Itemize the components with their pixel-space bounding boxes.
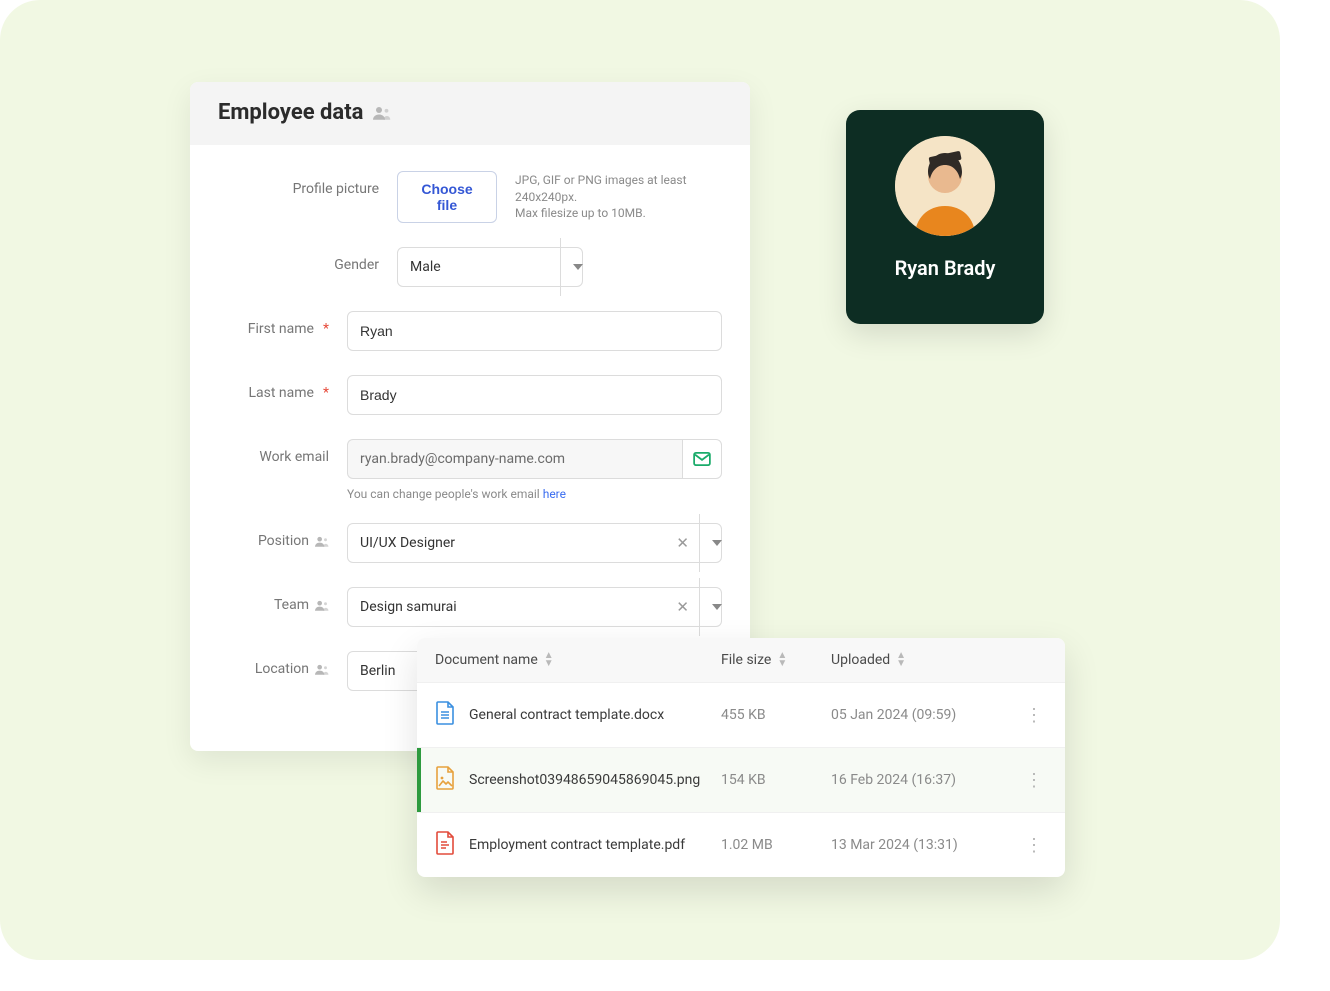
document-uploaded: 05 Jan 2024 (09:59) <box>831 707 1021 723</box>
canvas: Employee data Profile picture Choose fil… <box>0 0 1280 960</box>
people-icon <box>315 600 329 611</box>
position-label: Position <box>258 533 309 549</box>
email-hint: You can change people's work email here <box>347 487 722 501</box>
document-name: Screenshot03948659045869045.png <box>469 772 700 788</box>
form-header: Employee data <box>190 82 750 145</box>
gender-select[interactable]: Male <box>397 247 583 287</box>
chevron-down-icon <box>699 578 733 636</box>
mail-icon <box>693 452 711 466</box>
clear-team-button[interactable]: ✕ <box>666 598 699 616</box>
first-name-field[interactable] <box>347 311 722 351</box>
file-icon <box>435 831 455 859</box>
avatar <box>895 136 995 236</box>
document-size: 154 KB <box>721 772 831 788</box>
gender-value: Male <box>410 259 441 275</box>
gender-label: Gender <box>334 257 379 273</box>
documents-panel: Document name ▲▼ File size ▲▼ Uploaded ▲… <box>417 638 1065 877</box>
first-name-input[interactable] <box>360 323 709 339</box>
documents-header: Document name ▲▼ File size ▲▼ Uploaded ▲… <box>417 638 1065 682</box>
document-name: General contract template.docx <box>469 707 664 723</box>
table-row[interactable]: Employment contract template.pdf 1.02 MB1… <box>417 812 1065 877</box>
column-header-uploaded-label: Uploaded <box>831 652 890 668</box>
position-value: UI/UX Designer <box>360 535 455 551</box>
form-title: Employee data <box>218 100 363 125</box>
column-header-uploaded[interactable]: Uploaded ▲▼ <box>831 652 1021 668</box>
file-icon <box>435 701 455 729</box>
profile-picture-hint: JPG, GIF or PNG images at least 240x240p… <box>515 172 722 222</box>
file-icon <box>435 766 455 794</box>
clear-position-button[interactable]: ✕ <box>666 534 699 552</box>
hint-line-1: JPG, GIF or PNG images at least 240x240p… <box>515 172 722 206</box>
last-name-field[interactable] <box>347 375 722 415</box>
document-size: 1.02 MB <box>721 837 831 853</box>
location-label: Location <box>255 661 309 677</box>
hint-line-2: Max filesize up to 10MB. <box>515 205 722 222</box>
row-menu-button[interactable]: ⋮ <box>1021 835 1047 856</box>
table-row[interactable]: Screenshot03948659045869045.png 154 KB16 … <box>417 747 1065 812</box>
first-name-label: First name <box>248 321 314 337</box>
column-header-size[interactable]: File size ▲▼ <box>721 652 831 668</box>
profile-card: Ryan Brady <box>846 110 1044 324</box>
document-uploaded: 13 Mar 2024 (13:31) <box>831 837 1021 853</box>
chevron-down-icon <box>699 514 733 572</box>
sort-icon: ▲▼ <box>896 652 906 668</box>
position-select[interactable]: UI/UX Designer ✕ <box>347 523 722 563</box>
column-header-name-label: Document name <box>435 652 538 668</box>
chevron-down-icon <box>560 238 594 296</box>
people-icon <box>373 106 391 120</box>
team-value: Design samurai <box>360 599 457 615</box>
row-menu-button[interactable]: ⋮ <box>1021 770 1047 791</box>
document-uploaded: 16 Feb 2024 (16:37) <box>831 772 1021 788</box>
people-icon <box>315 664 329 675</box>
team-label: Team <box>274 597 309 613</box>
email-hint-link[interactable]: here <box>543 487 566 501</box>
team-select[interactable]: Design samurai ✕ <box>347 587 722 627</box>
required-asterisk: * <box>323 321 329 337</box>
last-name-input[interactable] <box>360 387 709 403</box>
work-email-field: ryan.brady@company-name.com <box>347 439 682 479</box>
work-email-value: ryan.brady@company-name.com <box>360 451 565 467</box>
row-menu-button[interactable]: ⋮ <box>1021 705 1047 726</box>
people-icon <box>315 536 329 547</box>
required-asterisk: * <box>323 385 329 401</box>
email-hint-text: You can change people's work email <box>347 487 543 501</box>
table-row[interactable]: General contract template.docx 455 KB05 J… <box>417 682 1065 747</box>
email-action-button[interactable] <box>682 439 722 479</box>
choose-file-button[interactable]: Choose file <box>397 171 497 223</box>
sort-icon: ▲▼ <box>777 652 787 668</box>
document-name: Employment contract template.pdf <box>469 837 685 853</box>
location-value: Berlin <box>360 663 395 679</box>
sort-icon: ▲▼ <box>544 652 554 668</box>
column-header-name[interactable]: Document name ▲▼ <box>435 652 721 668</box>
column-header-size-label: File size <box>721 652 771 668</box>
document-size: 455 KB <box>721 707 831 723</box>
last-name-label: Last name <box>248 385 313 401</box>
work-email-label: Work email <box>259 449 329 465</box>
profile-name: Ryan Brady <box>895 256 996 280</box>
profile-picture-label: Profile picture <box>293 181 379 197</box>
